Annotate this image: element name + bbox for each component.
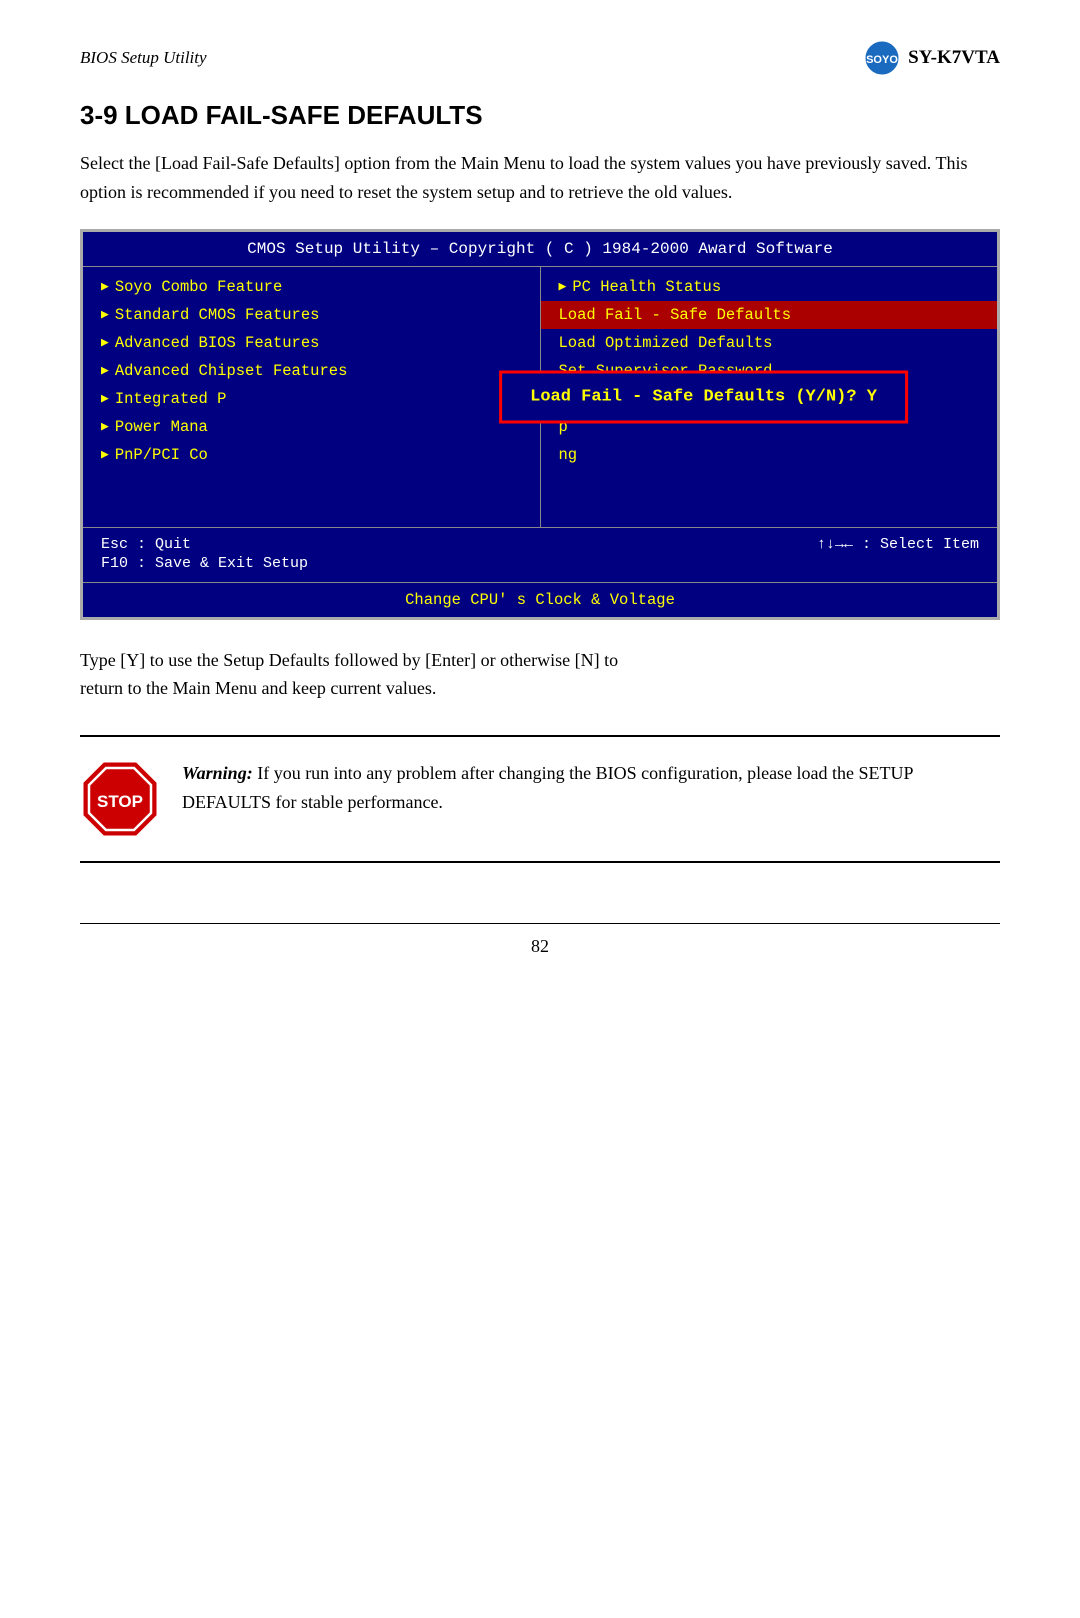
- bios-item-pnp[interactable]: ▶ PnP/PCI Co: [83, 441, 540, 469]
- warning-text: Warning: If you run into any problem aft…: [182, 759, 1000, 817]
- arrow-icon: ▶: [101, 419, 109, 434]
- bios-item-soyo[interactable]: ▶ Soyo Combo Feature: [83, 273, 540, 301]
- stop-icon: STOP: [80, 759, 160, 839]
- svg-text:SOYO: SOYO: [866, 54, 898, 66]
- arrow-icon: ▶: [101, 335, 109, 350]
- bios-item-cmos[interactable]: ▶ Standard CMOS Features: [83, 301, 540, 329]
- bios-item-label: Advanced Chipset Features: [115, 362, 348, 380]
- arrow-icon: ▶: [101, 391, 109, 406]
- arrow-icon: ▶: [101, 279, 109, 294]
- arrow-icon: ▶: [101, 307, 109, 322]
- arrow-icon: ▶: [101, 363, 109, 378]
- bios-item-label: PC Health Status: [572, 278, 721, 296]
- outro-line1: Type [Y] to use the Setup Defaults follo…: [80, 650, 618, 670]
- bios-item-label: Integrated P: [115, 390, 227, 408]
- bios-item-label: PnP/PCI Co: [115, 446, 208, 464]
- bios-title: CMOS Setup Utility – Copyright ( C ) 198…: [83, 232, 997, 267]
- bios-footer: Esc : Quit ↑↓→← : Select Item F10 : Save…: [83, 527, 997, 582]
- arrow-icon: ▶: [101, 447, 109, 462]
- bios-label: BIOS Setup Utility: [80, 48, 207, 68]
- page-footer: 82: [80, 923, 1000, 957]
- svg-text:STOP: STOP: [97, 792, 143, 811]
- footer-f10: F10 : Save & Exit Setup: [101, 555, 308, 572]
- bios-footer-line2: F10 : Save & Exit Setup: [101, 555, 979, 572]
- bios-screen: CMOS Setup Utility – Copyright ( C ) 198…: [80, 229, 1000, 620]
- product-name: SY-K7VTA: [908, 47, 1000, 69]
- bios-item-right6: ng: [541, 441, 998, 469]
- bios-item-pc-health[interactable]: ▶ PC Health Status: [541, 273, 998, 301]
- bios-item-integrated[interactable]: ▶ Integrated P: [83, 385, 540, 413]
- product-logo: SOYO SY-K7VTA: [864, 40, 1000, 76]
- bios-footer-line1: Esc : Quit ↑↓→← : Select Item: [101, 536, 979, 553]
- page-number: 82: [531, 936, 549, 956]
- intro-text: Select the [Load Fail-Safe Defaults] opt…: [80, 149, 1000, 207]
- bios-item-power[interactable]: ▶ Power Mana: [83, 413, 540, 441]
- page-header: BIOS Setup Utility SOYO SY-K7VTA: [80, 40, 1000, 76]
- bios-item-load-optimized[interactable]: Load Optimized Defaults: [541, 329, 998, 357]
- bios-menu-wrapper: ▶ Soyo Combo Feature ▶ Standard CMOS Fea…: [83, 267, 997, 527]
- warning-bold: Warning:: [182, 763, 253, 783]
- section-title: 3-9 LOAD FAIL-SAFE DEFAULTS: [80, 100, 1000, 131]
- soyo-icon: SOYO: [864, 40, 900, 76]
- bios-item-label: Standard CMOS Features: [115, 306, 320, 324]
- bios-item-label: Soyo Combo Feature: [115, 278, 282, 296]
- outro-line2: return to the Main Menu and keep current…: [80, 678, 436, 698]
- bios-item-label: Load Optimized Defaults: [559, 334, 773, 352]
- bios-item-label: ng: [559, 446, 578, 464]
- bios-dialog-text: Load Fail - Safe Defaults (Y/N)? Y: [530, 387, 877, 406]
- bios-dialog: Load Fail - Safe Defaults (Y/N)? Y: [499, 370, 908, 423]
- outro-text: Type [Y] to use the Setup Defaults follo…: [80, 646, 1000, 704]
- bios-item-label: Power Mana: [115, 418, 208, 436]
- bios-item-load-failsafe[interactable]: Load Fail - Safe Defaults: [541, 301, 998, 329]
- arrow-icon: ▶: [559, 279, 567, 294]
- warning-section: STOP Warning: If you run into any proble…: [80, 735, 1000, 863]
- footer-nav: ↑↓→← : Select Item: [817, 536, 979, 553]
- bios-item-chipset[interactable]: ▶ Advanced Chipset Features: [83, 357, 540, 385]
- bios-item-advanced-bios[interactable]: ▶ Advanced BIOS Features: [83, 329, 540, 357]
- warning-body: If you run into any problem after changi…: [182, 763, 913, 812]
- footer-esc: Esc : Quit: [101, 536, 191, 553]
- bios-bottom-bar: Change CPU' s Clock & Voltage: [83, 582, 997, 617]
- bios-item-label: Advanced BIOS Features: [115, 334, 320, 352]
- bios-bottom-label: Change CPU' s Clock & Voltage: [405, 591, 675, 609]
- bios-left-col: ▶ Soyo Combo Feature ▶ Standard CMOS Fea…: [83, 267, 541, 527]
- bios-item-label: Load Fail - Safe Defaults: [559, 306, 792, 324]
